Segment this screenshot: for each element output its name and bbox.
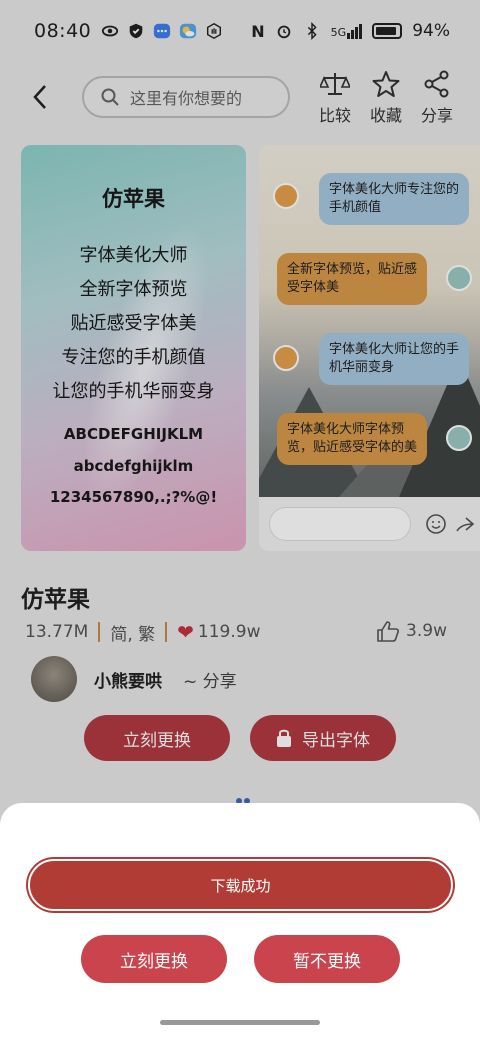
sheet-apply-label: 立刻更换 <box>120 951 188 972</box>
download-status-label: 下载成功 <box>210 876 271 895</box>
sheet-later-button[interactable]: 暂不更换 <box>254 935 400 983</box>
sheet-later-label: 暂不更换 <box>293 951 361 972</box>
download-progress-bar: 下载成功 <box>28 859 453 911</box>
home-indicator[interactable] <box>160 1020 320 1025</box>
download-complete-sheet: 下载成功 立刻更换 暂不更换 <box>0 803 480 1038</box>
sheet-apply-button[interactable]: 立刻更换 <box>81 935 227 983</box>
